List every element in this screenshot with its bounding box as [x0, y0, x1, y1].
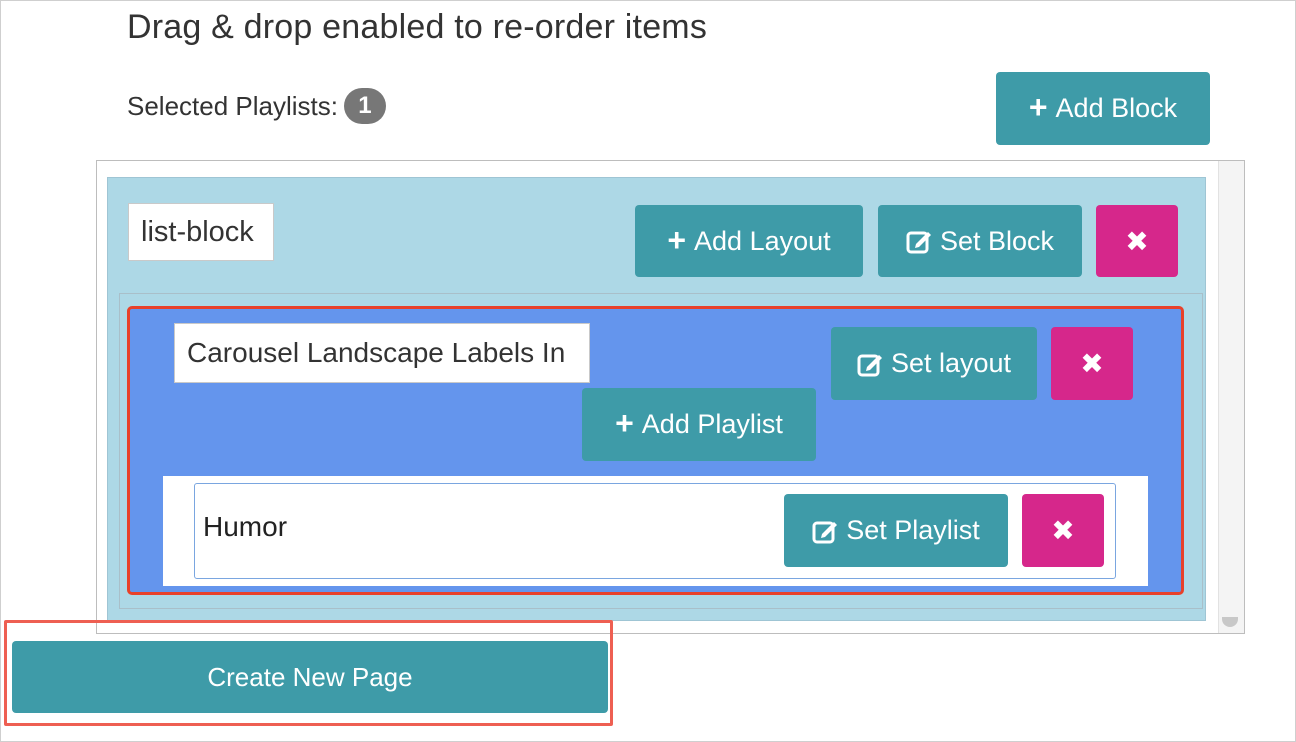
add-playlist-button[interactable]: + Add Playlist	[582, 388, 816, 461]
plus-icon: +	[615, 405, 634, 441]
page-heading: Drag & drop enabled to re-order items	[127, 8, 708, 46]
set-layout-button[interactable]: Set layout	[831, 327, 1037, 400]
add-layout-label: Add Layout	[694, 225, 831, 256]
add-layout-button[interactable]: + Add Layout	[635, 205, 863, 277]
delete-playlist-button[interactable]: ✖	[1022, 494, 1104, 567]
close-icon: ✖	[1051, 515, 1075, 546]
set-playlist-label: Set Playlist	[846, 515, 980, 545]
set-block-label: Set Block	[939, 225, 1055, 256]
add-block-button[interactable]: + Add Block	[996, 72, 1210, 145]
plus-icon: +	[667, 221, 687, 258]
create-new-page-label: Create New Page	[207, 661, 413, 692]
selected-playlists: Selected Playlists: 1	[127, 88, 386, 124]
selected-playlists-label: Selected Playlists:	[127, 90, 338, 121]
edit-icon	[906, 231, 931, 254]
close-icon: ✖	[1080, 348, 1104, 379]
set-block-button[interactable]: Set Block	[878, 205, 1082, 277]
edit-icon	[857, 354, 882, 376]
selected-count-badge: 1	[343, 88, 386, 124]
add-playlist-label: Add Playlist	[641, 409, 783, 439]
create-new-page-button[interactable]: Create New Page	[12, 641, 608, 713]
block-name-input[interactable]	[128, 203, 274, 261]
set-layout-label: Set layout	[890, 348, 1012, 378]
plus-icon: +	[1028, 89, 1048, 125]
set-playlist-button[interactable]: Set Playlist	[784, 494, 1008, 567]
scrollbar-thumb[interactable]	[1222, 617, 1238, 627]
delete-layout-button[interactable]: ✖	[1051, 327, 1133, 400]
edit-icon	[812, 521, 838, 543]
vertical-scrollbar[interactable]	[1218, 161, 1244, 633]
playlist-name: Humor	[203, 511, 288, 542]
layout-name-input[interactable]	[174, 323, 590, 383]
close-icon: ✖	[1125, 225, 1149, 257]
delete-block-button[interactable]: ✖	[1096, 205, 1178, 277]
add-block-label: Add Block	[1055, 93, 1178, 123]
